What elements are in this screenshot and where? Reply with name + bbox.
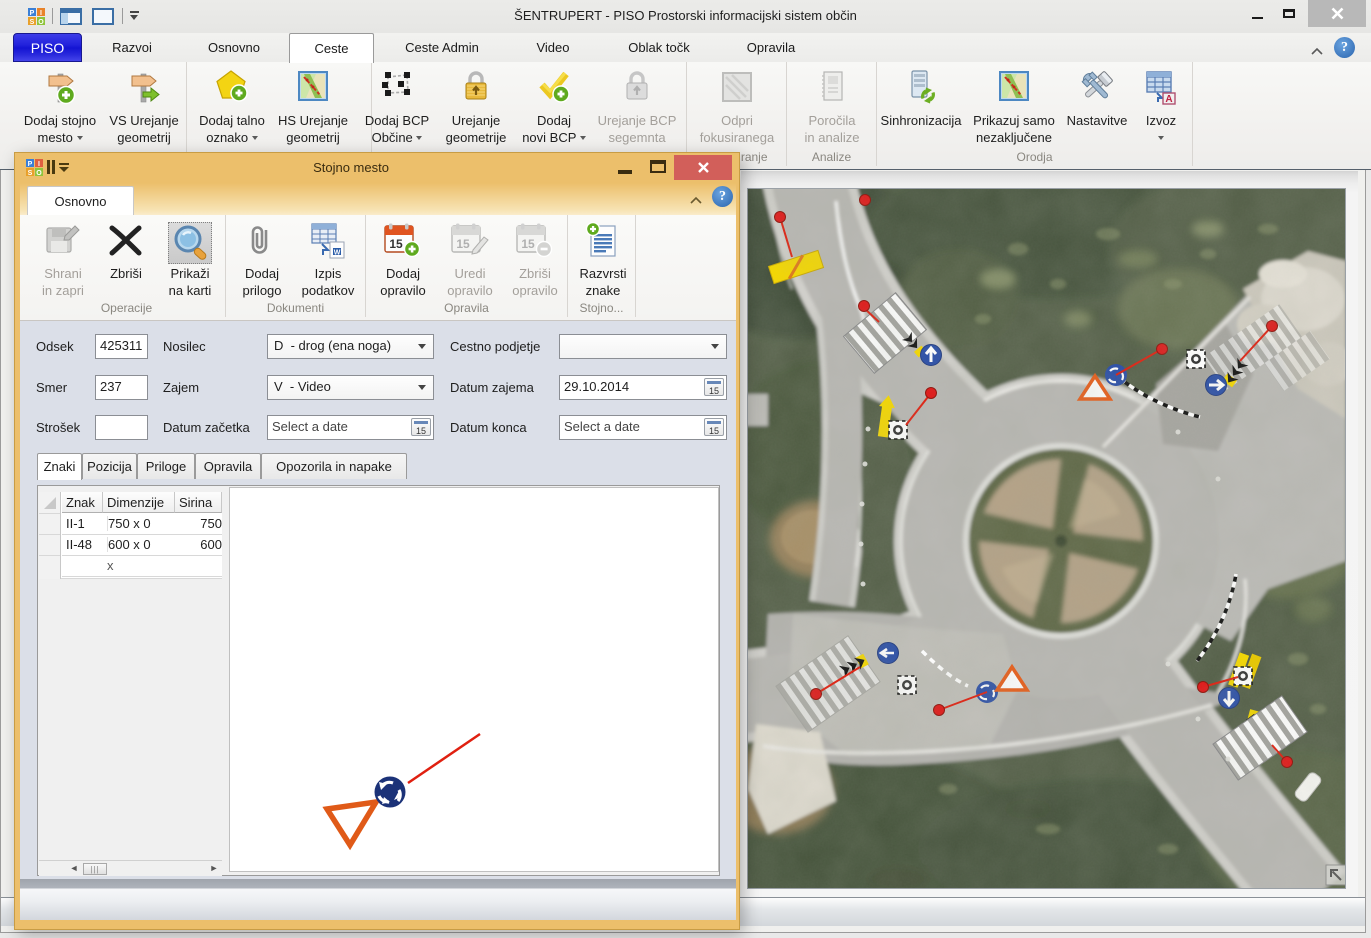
svg-text:I: I <box>38 161 40 168</box>
svg-text:W: W <box>334 250 341 257</box>
svg-text:A: A <box>1165 94 1172 105</box>
svg-text:P: P <box>28 161 33 168</box>
svg-text:O: O <box>38 19 44 25</box>
svg-text:I: I <box>40 10 42 17</box>
svg-text:15: 15 <box>456 237 470 251</box>
svg-text:S: S <box>30 19 35 25</box>
svg-text:15: 15 <box>389 237 403 251</box>
svg-text:S: S <box>28 170 33 176</box>
svg-text:15: 15 <box>521 237 535 251</box>
svg-text:O: O <box>36 170 42 176</box>
svg-text:P: P <box>30 10 35 17</box>
